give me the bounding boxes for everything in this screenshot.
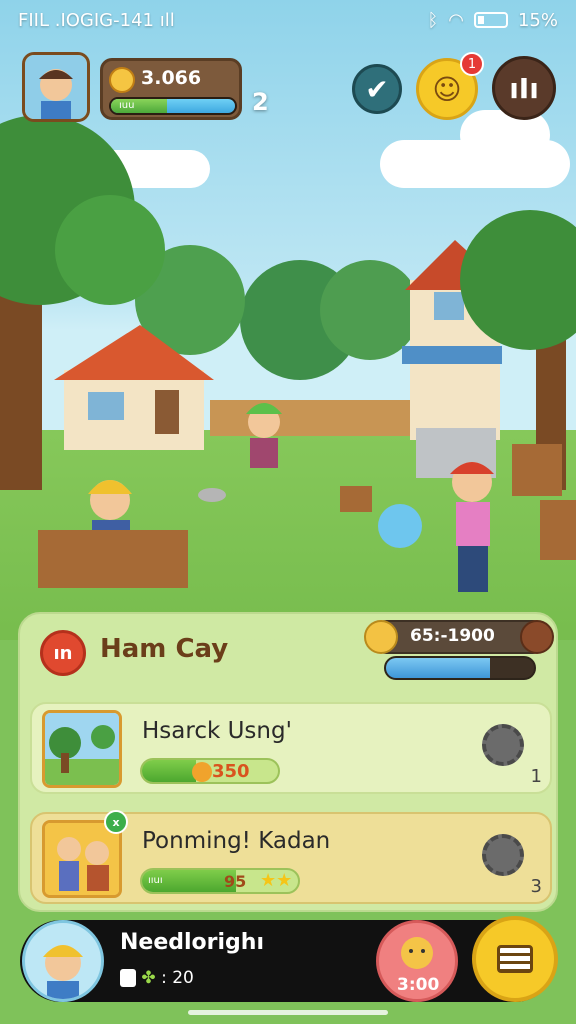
status-bar: FIIL .IOGIG-141 ıll ᛒ ◠ 15% [0, 0, 576, 40]
coin-panel[interactable]: 3.066 ıuu [100, 58, 242, 120]
score-progress-bar [384, 656, 536, 680]
status-left-text: FIIL .IOGIG-141 ıll [18, 9, 175, 31]
avatar-face-icon [25, 55, 87, 119]
task-card[interactable]: x Ponming! Kadan ııuı 95 ★★ 3 [30, 810, 552, 904]
coin-icon [109, 67, 135, 93]
panel-title: Ham Cay [100, 634, 229, 664]
task-count: 1 [530, 766, 542, 787]
task-progress-bar: 350 [140, 758, 280, 784]
player-stat: ✤ : 20 [120, 968, 194, 988]
reward-timer: 3:00 [397, 975, 440, 995]
player-name: Needlorighı [120, 930, 264, 955]
bottom-player-bar: Needlorighı ✤ : 20 3:00 [20, 916, 558, 1002]
star-rating: ★★ [260, 870, 293, 891]
level-number: 2 [252, 88, 269, 116]
park-scene-icon [45, 713, 119, 785]
opponent-avatar-icon [520, 620, 554, 654]
reward-button[interactable]: 3:00 [376, 920, 458, 1002]
xp-bar: ıuu [109, 97, 237, 115]
task-reward: 95 [224, 872, 247, 891]
lock-icon [120, 969, 136, 987]
coin-count: 3.066 [141, 67, 202, 89]
new-badge: x [104, 810, 128, 834]
xp-label: ıuu [119, 100, 135, 111]
player-stat-text: : 20 [161, 968, 194, 988]
task-title: Ponming! Kadan [142, 828, 331, 854]
wifi-icon: ◠ [448, 9, 464, 31]
bars-menu-icon: ıIı [509, 71, 539, 105]
task-progress-bar: ııuı 95 ★★ [140, 868, 300, 894]
player-avatar-bottom[interactable] [22, 920, 104, 1002]
task-reward: 350 [212, 761, 250, 782]
menu-button[interactable]: ıIı [492, 56, 556, 120]
bluetooth-icon: ᛒ [427, 9, 439, 31]
clover-icon: ✤ [141, 968, 156, 988]
battery-icon [473, 12, 508, 28]
task-title: Hsarck Usng' [142, 718, 292, 744]
task-thumbnail [42, 710, 122, 788]
family-scene-icon [45, 823, 119, 895]
checkmark-button[interactable]: ✔ [352, 64, 402, 114]
gear-icon[interactable] [482, 834, 524, 876]
coin-bag-icon [192, 762, 212, 782]
smiley-chat-icon: ☺ [432, 72, 462, 106]
notification-badge: 1 [460, 52, 484, 76]
score-pill: 65:-1900 [364, 620, 554, 654]
dog-icon [364, 620, 398, 654]
task-bar-label: ııuı [148, 875, 163, 886]
score-text: 65:-1900 [410, 626, 495, 646]
list-menu-icon [497, 945, 533, 973]
score-box: 65:-1900 [362, 620, 554, 680]
score-progress-fill [386, 658, 490, 678]
panel-badge-icon: ın [40, 630, 86, 676]
task-card[interactable]: Hsarck Usng' 350 1 [30, 702, 552, 794]
main-menu-button[interactable] [472, 916, 558, 1002]
checkmark-icon: ✔ [365, 72, 389, 106]
status-right: ᛒ ◠ 15% [427, 10, 558, 31]
task-count: 3 [530, 876, 542, 897]
pet-face-icon [401, 937, 433, 969]
player-avatar[interactable] [22, 52, 90, 122]
worker-avatar-icon [43, 945, 83, 999]
quest-panel: ın Ham Cay 65:-1900 Hsarck Usng' 350 1 x… [18, 612, 558, 912]
home-indicator[interactable] [188, 1010, 388, 1015]
task-progress-fill [142, 760, 197, 782]
gear-icon[interactable] [482, 724, 524, 766]
battery-text: 15% [517, 9, 558, 31]
